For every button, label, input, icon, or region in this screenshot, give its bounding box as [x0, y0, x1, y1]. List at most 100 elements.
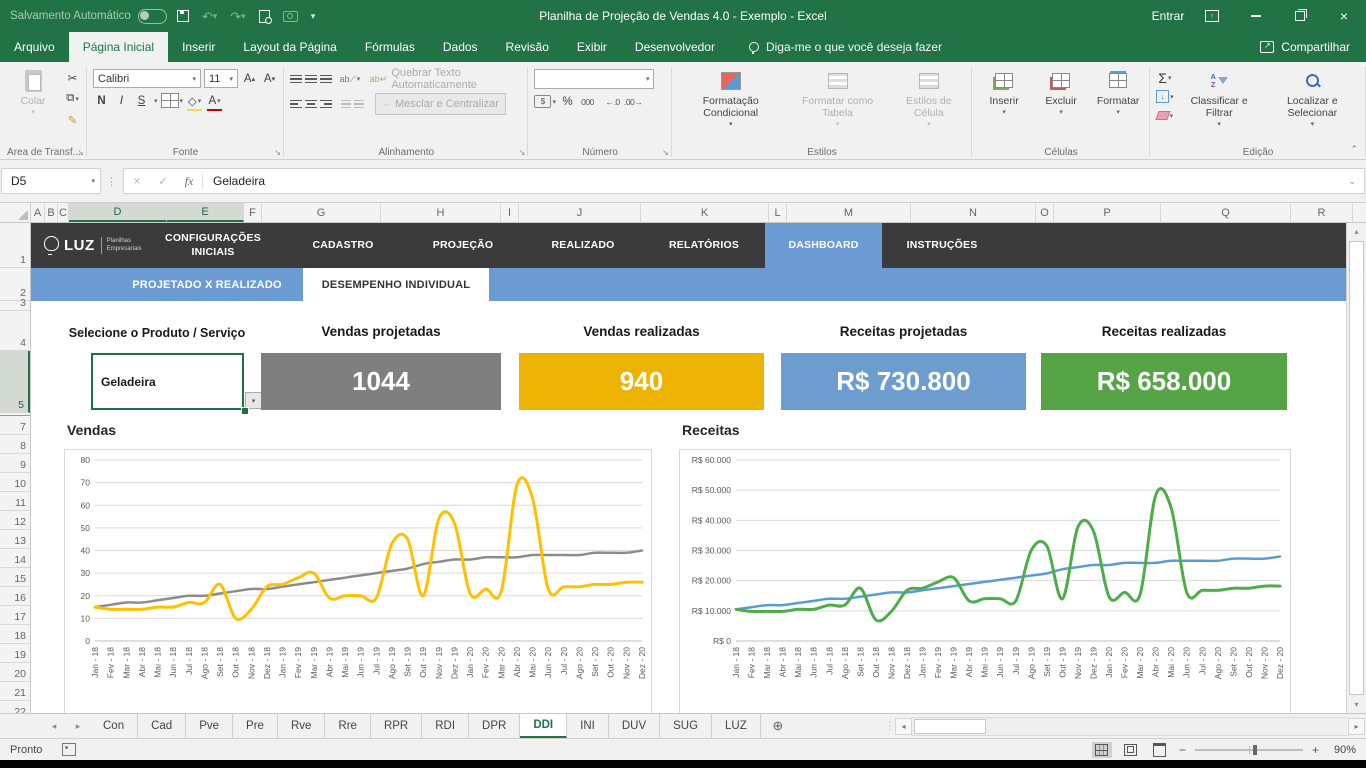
find-select-button[interactable]: Localizar e Selecionar▾	[1265, 66, 1360, 129]
vertical-scrollbar[interactable]: ▴ ▾	[1346, 223, 1366, 713]
dashboard-nav-instruções[interactable]: INSTRUÇÕES	[882, 223, 1002, 268]
accounting-format-icon[interactable]: $▾	[534, 93, 556, 110]
prev-sheet-icon[interactable]: ◂	[42, 714, 66, 738]
copy-icon[interactable]: ⧉▾	[64, 90, 81, 107]
column-header-P[interactable]: P	[1054, 203, 1161, 222]
autosum-icon[interactable]: Σ▾	[1156, 69, 1174, 86]
font-name-select[interactable]: Calibri▾	[93, 69, 201, 88]
row-header-13[interactable]: 13	[0, 530, 30, 549]
expand-formula-bar-icon[interactable]: ⌄	[1348, 176, 1364, 187]
subtab-desempenho-individual[interactable]: DESEMPENHO INDIVIDUAL	[303, 268, 489, 301]
row-header-22[interactable]: 22	[0, 701, 30, 713]
column-header-M[interactable]: M	[787, 203, 911, 222]
row-header-5[interactable]: 5	[0, 351, 30, 413]
row-header-7[interactable]: 7	[0, 416, 30, 435]
align-center-icon[interactable]	[305, 100, 317, 109]
ribbon-tab-layout-da-página[interactable]: Layout da Página	[229, 32, 350, 62]
paste-button[interactable]: Colar▾	[7, 66, 59, 117]
horizontal-scrollbar[interactable]: ◂ ▸	[895, 714, 1365, 738]
ribbon-tab-fórmulas[interactable]: Fórmulas	[351, 32, 429, 62]
bold-button[interactable]: N	[93, 92, 110, 109]
ribbon-tab-exibir[interactable]: Exibir	[563, 32, 621, 62]
sort-filter-button[interactable]: AZ Classificar e Filtrar▾	[1179, 66, 1260, 129]
dashboard-nav-relatórios[interactable]: RELATÓRIOS	[643, 223, 765, 268]
dashboard-nav-cadastro[interactable]: CADASTRO	[283, 223, 403, 268]
clear-icon[interactable]: ▾	[1156, 107, 1174, 124]
tab-split-handle[interactable]: ⋮	[885, 714, 895, 738]
zoom-out-icon[interactable]: −	[1179, 743, 1186, 757]
format-painter-icon[interactable]: ✎	[64, 111, 81, 128]
font-dialog-launcher[interactable]: ↘	[274, 148, 281, 157]
share-button[interactable]: ↗ Compartilhar	[1260, 32, 1366, 62]
align-right-icon[interactable]	[320, 100, 332, 109]
increase-font-icon[interactable]: A▴	[241, 70, 258, 87]
align-middle-icon[interactable]	[305, 75, 317, 84]
row-header-11[interactable]: 11	[0, 492, 30, 511]
decrease-decimal-icon[interactable]: .00→	[624, 93, 642, 110]
ribbon-display-options-icon[interactable]: ↑	[1190, 0, 1234, 32]
ribbon-tab-desenvolvedor[interactable]: Desenvolvedor	[621, 32, 729, 62]
name-box[interactable]: D5 ▾	[1, 168, 101, 194]
save-icon[interactable]	[177, 10, 189, 22]
decrease-font-icon[interactable]: A▾	[261, 70, 278, 87]
undo-icon[interactable]: ↶▾	[202, 10, 217, 23]
underline-button[interactable]: S	[133, 92, 150, 109]
row-header-1[interactable]: 1	[0, 223, 30, 268]
column-header-Q[interactable]: Q	[1161, 203, 1291, 222]
new-sheet-icon[interactable]: ⊕	[761, 714, 795, 738]
dashboard-nav-projeção[interactable]: PROJEÇÃO	[403, 223, 523, 268]
scroll-left-icon[interactable]: ◂	[895, 718, 912, 735]
sheet-tab-con[interactable]: Con	[90, 714, 138, 738]
subtab-projetado-x-realizado[interactable]: PROJETADO X REALIZADO	[111, 268, 303, 301]
page-break-view-icon[interactable]	[1150, 742, 1170, 758]
tell-me-box[interactable]: Diga-me o que você deseja fazer	[749, 32, 942, 62]
column-header-H[interactable]: H	[381, 203, 501, 222]
page-layout-view-icon[interactable]	[1121, 742, 1141, 758]
column-header-O[interactable]: O	[1036, 203, 1054, 222]
align-left-icon[interactable]	[290, 100, 302, 109]
print-preview-icon[interactable]	[259, 10, 270, 23]
ribbon-tab-página-inicial[interactable]: Página Inicial	[69, 32, 168, 62]
insert-function-icon[interactable]: fx	[176, 174, 203, 189]
fill-color-icon[interactable]: ◇▾	[186, 92, 203, 109]
align-bottom-icon[interactable]	[320, 75, 332, 84]
vertical-scroll-thumb[interactable]	[1349, 241, 1364, 695]
cancel-icon[interactable]: ×	[124, 174, 150, 188]
scroll-right-icon[interactable]: ▸	[1348, 718, 1365, 735]
zoom-slider-thumb[interactable]	[1253, 745, 1257, 755]
column-header-D[interactable]: D	[69, 203, 167, 222]
sheet-tab-cad[interactable]: Cad	[138, 714, 186, 738]
enter-icon[interactable]: ✓	[150, 174, 176, 188]
cell-styles-button[interactable]: Estilos de Célula▾	[892, 66, 967, 129]
alignment-dialog-launcher[interactable]: ↘	[519, 148, 526, 157]
redo-icon[interactable]: ↷▾	[230, 10, 245, 23]
normal-view-icon[interactable]	[1092, 742, 1112, 758]
increase-indent-icon[interactable]	[354, 100, 364, 109]
row-header-9[interactable]: 9	[0, 454, 30, 473]
sheet-tab-duv[interactable]: DUV	[609, 714, 660, 738]
scroll-up-icon[interactable]: ▴	[1347, 223, 1366, 240]
row-header-14[interactable]: 14	[0, 549, 30, 568]
ribbon-tab-dados[interactable]: Dados	[429, 32, 492, 62]
zoom-slider[interactable]	[1195, 749, 1303, 751]
ribbon-tab-revisão[interactable]: Revisão	[492, 32, 563, 62]
row-header-16[interactable]: 16	[0, 587, 30, 606]
italic-button[interactable]: I	[113, 92, 130, 109]
increase-decimal-icon[interactable]: ←.0	[604, 93, 621, 110]
sheet-tab-pve[interactable]: Pve	[186, 714, 233, 738]
sheet-tab-rve[interactable]: Rve	[278, 714, 325, 738]
wrap-text-button[interactable]: ab↵ Quebrar Texto Automaticamente	[370, 69, 523, 89]
selection-fill-handle[interactable]	[241, 407, 249, 415]
dashboard-nav-dashboard[interactable]: DASHBOARD	[765, 223, 882, 268]
autosave-toggle[interactable]	[138, 9, 167, 24]
row-header-3[interactable]: 3	[0, 301, 30, 311]
comma-style-button[interactable]: 000	[579, 93, 596, 110]
horizontal-scroll-thumb[interactable]	[914, 719, 986, 734]
sign-in-button[interactable]: Entrar	[1146, 0, 1190, 32]
row-header-18[interactable]: 18	[0, 625, 30, 644]
row-header-19[interactable]: 19	[0, 644, 30, 663]
sheet-tab-sug[interactable]: SUG	[660, 714, 712, 738]
sheet-tab-rre[interactable]: Rre	[325, 714, 371, 738]
zoom-in-icon[interactable]: +	[1312, 743, 1319, 757]
column-header-J[interactable]: J	[519, 203, 641, 222]
